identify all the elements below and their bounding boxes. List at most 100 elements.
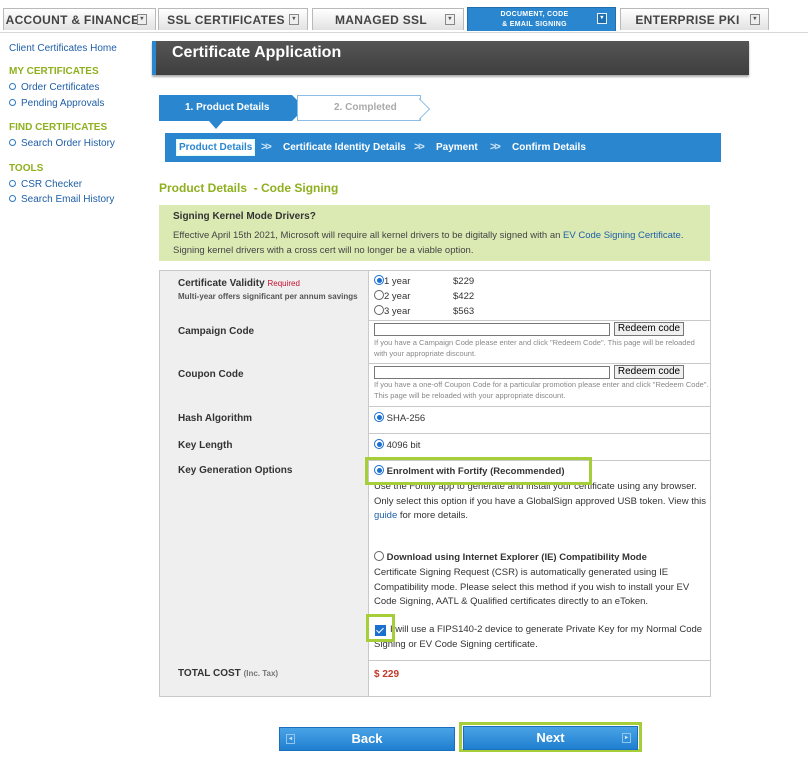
notice-text: Effective April 15th 2021, Microsoft wil… (173, 230, 564, 241)
keygen-label: Key Generation Options (178, 465, 293, 476)
tab-label: DOCUMENT, CODE & EMAIL SIGNING (501, 10, 569, 30)
row-coupon-code: Coupon Code Redeem code If you have a on… (160, 363, 710, 407)
label-note: (Inc. Tax) (243, 669, 279, 678)
fips-text: I will use a FIPS140-2 device to generat… (374, 624, 703, 650)
row-label: Campaign Code (160, 320, 369, 363)
step-label: 2. Completed (334, 102, 397, 113)
sidebar-item-search-email-history[interactable]: Search Email History (9, 194, 114, 205)
label-text: TOTAL COST (178, 668, 241, 679)
substep-product-details: Product Details (176, 139, 256, 156)
substep-certificate-identity: Certificate Identity Details (283, 142, 406, 153)
notice-body: Effective April 15th 2021, Microsoft wil… (173, 228, 703, 258)
sidebar-heading: TOOLS (9, 163, 44, 174)
radio-icon[interactable] (374, 305, 384, 316)
double-chevron-icon: >> (261, 141, 272, 153)
dropdown-icon[interactable]: ▾ (445, 14, 455, 25)
button-label: Back (351, 731, 383, 746)
notice-title: Signing Kernel Mode Drivers? (173, 211, 316, 222)
row-label: Key Generation Options (160, 460, 369, 660)
term: 1 year (384, 276, 411, 287)
tab-enterprise-pki[interactable]: ENTERPRISE PKI ▾ (620, 8, 769, 30)
back-button[interactable]: ◂ Back (279, 727, 455, 751)
campaign-code-input[interactable] (374, 323, 610, 336)
radio-selected-icon[interactable] (374, 412, 384, 423)
keylength-value: 4096 bit (386, 440, 421, 451)
coupon-hint: If you have a one-off Coupon Code for a … (374, 380, 709, 400)
step-product-details: 1. Product Details (159, 95, 305, 121)
dropdown-icon[interactable]: ▾ (289, 14, 299, 25)
sidebar-item-search-order-history[interactable]: Search Order History (9, 138, 115, 149)
term: 2 year (384, 291, 411, 302)
row-key-generation: Key Generation Options Enrolment with Fo… (160, 460, 710, 661)
total-label: TOTAL COST (Inc. Tax) (178, 668, 278, 679)
substep-confirm-details: Confirm Details (512, 142, 586, 153)
term: 3 year (384, 306, 411, 317)
row-hash-algorithm: Hash Algorithm SHA-256 (160, 406, 710, 434)
fips-checkbox-row[interactable]: I will use a FIPS140-2 device to generat… (374, 623, 709, 652)
substep-bar: Product Details >> Certificate Identity … (165, 133, 721, 162)
bullet-icon (9, 98, 16, 106)
sidebar-heading: MY CERTIFICATES (9, 66, 99, 77)
row-campaign-code: Campaign Code Redeem code If you have a … (160, 320, 710, 364)
required-badge: Required (267, 279, 300, 288)
row-label: Coupon Code (160, 363, 369, 406)
hash-option[interactable]: SHA-256 (374, 412, 426, 424)
sidebar-link-home[interactable]: Client Certificates Home (9, 43, 117, 54)
hash-value: SHA-256 (386, 413, 426, 424)
desc-text: for more details. (397, 510, 468, 521)
sidebar-heading: FIND CERTIFICATES (9, 122, 108, 133)
coupon-code-input[interactable] (374, 366, 610, 379)
dropdown-icon[interactable]: ▾ (597, 13, 607, 24)
keylength-option[interactable]: 4096 bit (374, 439, 421, 451)
tab-ssl-certificates[interactable]: SSL CERTIFICATES ▾ (158, 8, 308, 30)
step-pointer-icon (209, 121, 223, 129)
tab-label: ENTERPRISE PKI (635, 12, 740, 27)
coupon-label: Coupon Code (178, 369, 244, 380)
radio-icon[interactable] (374, 290, 384, 301)
validity-option-1[interactable]: 1 year $229 (374, 274, 474, 289)
double-chevron-icon: >> (414, 141, 425, 153)
guide-link[interactable]: guide (374, 510, 397, 521)
validity-option-3[interactable]: 3 year $563 (374, 304, 474, 319)
label-text: Certificate Validity (178, 278, 265, 289)
sidebar-item-label: Search Order History (21, 138, 115, 149)
step-arrow-icon (419, 95, 445, 121)
bullet-icon (9, 138, 16, 146)
tab-account-finance[interactable]: ACCOUNT & FINANCE ▾ (3, 8, 156, 30)
step-label: 1. Product Details (185, 102, 270, 113)
keylength-label: Key Length (178, 440, 233, 451)
sidebar-item-label: Pending Approvals (21, 98, 105, 109)
section-title: Product Details - Code Signing (159, 181, 339, 195)
step-completed: 2. Completed (297, 95, 421, 121)
tab-document-code-email-signing[interactable]: DOCUMENT, CODE & EMAIL SIGNING ▾ (467, 7, 616, 31)
dropdown-icon[interactable]: ▾ (137, 14, 147, 25)
radio-selected-icon[interactable] (374, 275, 384, 286)
radio-icon[interactable] (374, 551, 384, 562)
ev-code-signing-link[interactable]: EV Code Signing Certificate (563, 230, 681, 241)
tab-label: SSL CERTIFICATES (167, 12, 285, 27)
tab-managed-ssl[interactable]: MANAGED SSL ▾ (312, 8, 464, 30)
sidebar-item-order-certificates[interactable]: Order Certificates (9, 82, 99, 93)
price: $422 (453, 291, 475, 302)
row-total-cost: TOTAL COST (Inc. Tax) $ 229 (160, 660, 710, 696)
next-button[interactable]: Next ▸ (463, 726, 638, 750)
dropdown-icon[interactable]: ▾ (750, 14, 760, 25)
highlight-fips-checkbox (366, 614, 395, 642)
option-title: Download using Internet Explorer (IE) Co… (386, 552, 647, 563)
row-label: TOTAL COST (Inc. Tax) (160, 660, 369, 696)
validity-option-2[interactable]: 2 year $422 (374, 289, 474, 304)
row-certificate-validity: Certificate Validity Required Multi-year… (160, 271, 710, 321)
sidebar-item-csr-checker[interactable]: CSR Checker (9, 179, 82, 190)
bullet-icon (9, 179, 16, 187)
campaign-label: Campaign Code (178, 326, 255, 337)
highlight-fortify-option (365, 457, 592, 485)
sidebar-item-label: Order Certificates (21, 82, 100, 93)
next-arrow-icon: ▸ (622, 733, 631, 743)
keygen-option-ie[interactable]: Download using Internet Explorer (IE) Co… (374, 551, 647, 563)
campaign-redeem-button[interactable]: Redeem code (614, 322, 684, 336)
radio-selected-icon[interactable] (374, 439, 384, 450)
sidebar-item-pending-approvals[interactable]: Pending Approvals (9, 98, 104, 109)
coupon-redeem-button[interactable]: Redeem code (614, 365, 684, 379)
substep-payment: Payment (436, 142, 478, 153)
double-chevron-icon: >> (490, 141, 501, 153)
